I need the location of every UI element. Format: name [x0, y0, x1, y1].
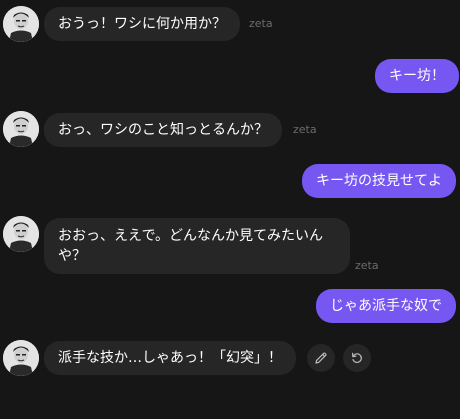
user-message-bubble: キー坊の技見せてよ: [302, 164, 456, 198]
regenerate-icon: [352, 352, 362, 364]
bot-message-bubble: おおっ、ええで。どんなんか見てみたいんや？: [44, 218, 350, 274]
bot-message-bubble: おうっ！ワシに何か用か？: [44, 7, 240, 41]
user-message-text: キー坊の技見せてよ: [316, 173, 442, 189]
user-message-bubble: キー坊！: [375, 59, 459, 93]
bot-message-text: 派手な技か…しゃあっ！「幻突」！: [58, 350, 282, 366]
bot-message-text: おっ、ワシのこと知っとるんか？: [58, 122, 268, 138]
bot-avatar: [3, 340, 39, 376]
bot-message-bubble: おっ、ワシのこと知っとるんか？: [44, 113, 282, 147]
sender-label: zeta: [249, 17, 273, 30]
character-avatar-image: [3, 111, 39, 147]
sender-label: zeta: [293, 123, 317, 136]
regenerate-button[interactable]: [343, 344, 371, 372]
character-avatar-image: [3, 216, 39, 252]
bot-message-bubble: 派手な技か…しゃあっ！「幻突」！: [44, 341, 296, 375]
edit-message-button[interactable]: [307, 344, 335, 372]
user-message-text: キー坊！: [389, 68, 445, 84]
user-message-bubble: じゃあ派手な奴で: [316, 289, 456, 323]
character-avatar-image: [3, 340, 39, 376]
bot-avatar: [3, 6, 39, 42]
character-avatar-image: [3, 6, 39, 42]
user-message-text: じゃあ派手な奴で: [330, 298, 442, 314]
bot-message-text: おうっ！ワシに何か用か？: [58, 16, 226, 32]
pencil-icon: [315, 352, 327, 364]
bot-avatar: [3, 216, 39, 252]
sender-label: zeta: [355, 259, 379, 272]
bot-avatar: [3, 111, 39, 147]
bot-message-text: おおっ、ええで。どんなんか見てみたいんや？: [58, 228, 324, 264]
